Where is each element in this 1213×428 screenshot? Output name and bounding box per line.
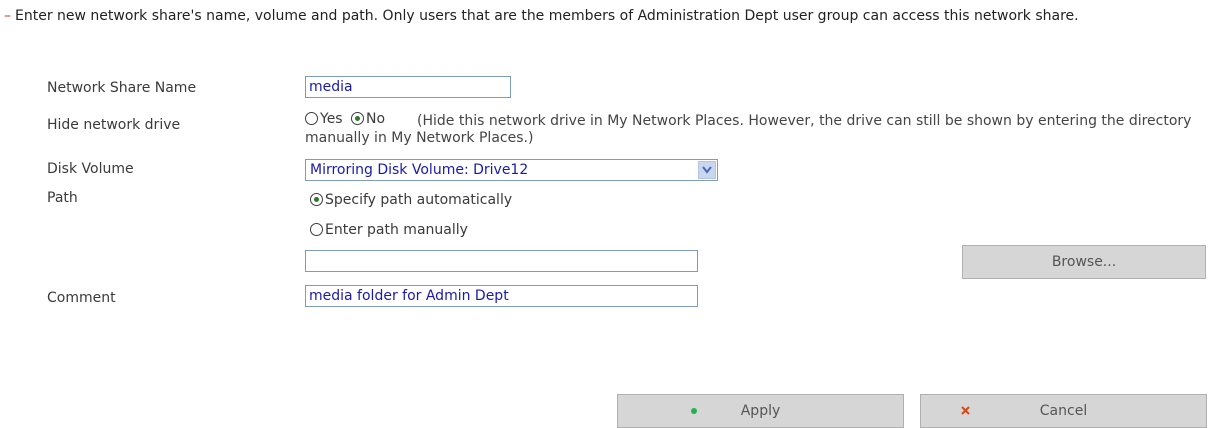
path-manual-label: Enter path manually — [325, 222, 468, 238]
path-manual-option[interactable]: Enter path manually — [310, 222, 468, 238]
path-auto-label: Specify path automatically — [325, 192, 513, 208]
share-name-label: Network Share Name — [47, 80, 197, 96]
browse-button-label: Browse... — [1051, 254, 1117, 270]
disk-volume-value: Mirroring Disk Volume: Drive12 — [310, 162, 529, 178]
path-manual-input[interactable] — [305, 250, 698, 272]
path-auto-option[interactable]: Specify path automatically — [310, 192, 512, 208]
path-manual-radio[interactable] — [310, 223, 323, 236]
apply-button-label: Apply — [740, 403, 781, 419]
green-dot-icon — [690, 403, 698, 419]
disk-volume-select[interactable]: Mirroring Disk Volume: Drive12 — [305, 159, 718, 181]
hide-drive-note: (Hide this network drive in My Network P… — [305, 113, 1192, 146]
cancel-button-label: Cancel — [1039, 403, 1088, 419]
red-x-icon — [961, 403, 970, 419]
chevron-down-icon[interactable] — [698, 161, 716, 179]
browse-button[interactable]: Browse... — [962, 245, 1206, 279]
intro-text: – Enter new network share's name, volume … — [4, 6, 1194, 27]
disk-volume-label: Disk Volume — [47, 161, 134, 177]
comment-label: Comment — [47, 290, 116, 306]
intro-description: Enter new network share's name, volume a… — [15, 8, 1079, 24]
path-label: Path — [47, 190, 78, 206]
path-auto-radio[interactable] — [310, 193, 323, 206]
intro-dash: – — [4, 8, 11, 24]
hide-drive-label: Hide network drive — [47, 117, 181, 133]
share-name-input[interactable] — [305, 76, 511, 98]
comment-input[interactable] — [305, 285, 698, 307]
